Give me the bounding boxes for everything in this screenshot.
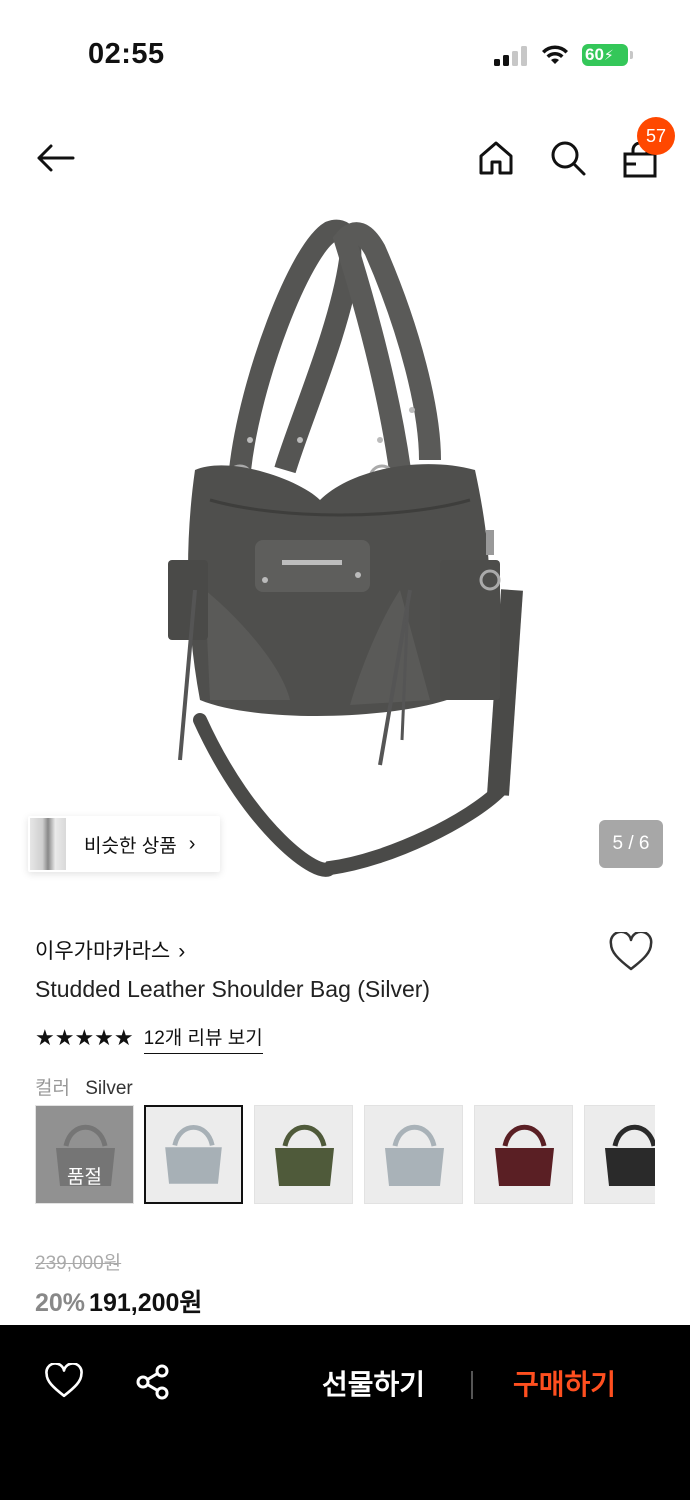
- review-link[interactable]: 12개 리뷰 보기: [143, 1023, 263, 1054]
- bottom-action-bar: 선물하기 구매하기: [0, 1325, 690, 1500]
- swatch-khaki[interactable]: [254, 1105, 353, 1204]
- product-image[interactable]: [0, 210, 690, 900]
- star-rating: ★★★★★: [35, 1025, 134, 1050]
- image-counter: 5 / 6: [599, 820, 663, 868]
- buy-button[interactable]: 구매하기: [513, 1363, 616, 1403]
- heart-icon: [45, 1362, 83, 1398]
- wishlist-bottom-button[interactable]: [44, 1362, 88, 1407]
- product-title: Studded Leather Shoulder Bag (Silver): [35, 976, 431, 1002]
- search-icon: [551, 141, 586, 176]
- gift-button[interactable]: 선물하기: [322, 1363, 425, 1403]
- heart-icon: [609, 930, 653, 971]
- battery-indicator: 60⚡: [582, 44, 628, 66]
- swatch-black[interactable]: [584, 1105, 655, 1204]
- search-button[interactable]: [542, 132, 594, 184]
- home-icon: [479, 141, 513, 175]
- bag-thumbnail: [605, 1124, 655, 1186]
- cellular-signal-icon: [494, 46, 530, 66]
- sale-price: 191,200원: [89, 1289, 203, 1317]
- swatch-light-grey[interactable]: [364, 1105, 463, 1204]
- brand-link[interactable]: 이우가마카라스 ›: [35, 935, 185, 965]
- battery-level: 60: [585, 45, 604, 64]
- soldout-label: 품절: [36, 1106, 133, 1203]
- swatch-silver[interactable]: [144, 1105, 243, 1204]
- chevron-right-icon: ›: [178, 940, 186, 963]
- status-time: 02:55: [88, 38, 165, 70]
- swatch-burgundy[interactable]: [474, 1105, 573, 1204]
- share-button[interactable]: [134, 1363, 178, 1407]
- color-option-row: 컬러 Silver: [35, 1073, 133, 1100]
- bag-illustration: [168, 219, 523, 877]
- back-button[interactable]: [29, 132, 81, 184]
- price-row: 20% 191,200원: [35, 1283, 202, 1319]
- cart-count-badge: 57: [637, 117, 675, 155]
- status-bar: 02:55 60⚡: [0, 0, 690, 100]
- discount-rate: 20%: [35, 1289, 86, 1317]
- bag-thumbnail: [275, 1124, 334, 1186]
- original-price: 239,000원: [35, 1253, 122, 1274]
- similar-products-button[interactable]: 비슷한 상품 ›: [28, 816, 220, 872]
- bag-thumbnail: [495, 1124, 554, 1186]
- color-value: Silver: [85, 1078, 133, 1099]
- top-nav: [0, 110, 690, 206]
- wishlist-button[interactable]: [608, 930, 656, 976]
- battery-tip: [630, 51, 633, 59]
- color-swatches: 품절: [35, 1105, 655, 1205]
- rating-row: ★★★★★ 12개 리뷰 보기: [35, 1023, 263, 1054]
- swatch-soldout[interactable]: 품절: [35, 1105, 134, 1204]
- wifi-icon: [542, 45, 568, 64]
- home-button[interactable]: [470, 132, 522, 184]
- bag-thumbnail: [385, 1124, 444, 1186]
- similar-product-thumbnail: [30, 818, 66, 870]
- back-arrow-icon: [37, 144, 75, 172]
- brand-name: 이우가마카라스: [35, 940, 171, 963]
- similar-products-label: 비슷한 상품: [84, 835, 177, 857]
- bag-thumbnail: [165, 1125, 222, 1184]
- share-icon: [136, 1364, 169, 1400]
- chevron-right-icon: ›: [188, 832, 196, 855]
- color-label: 컬러: [35, 1078, 70, 1099]
- divider: [471, 1371, 473, 1399]
